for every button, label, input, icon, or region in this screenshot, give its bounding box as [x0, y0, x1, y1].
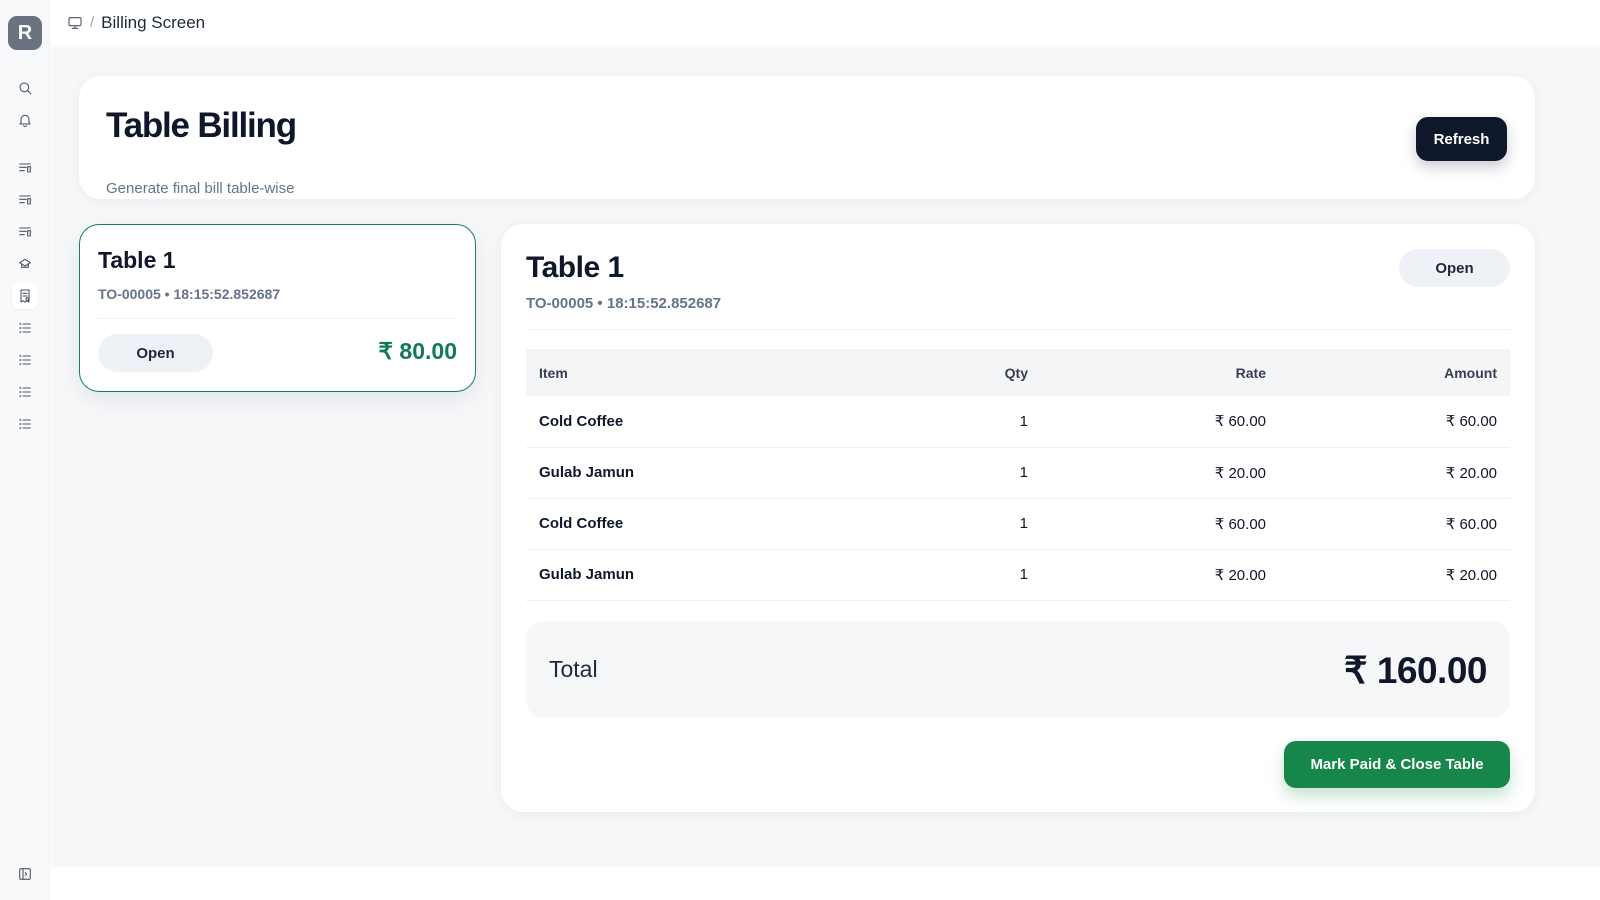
- refresh-button[interactable]: Refresh: [1416, 117, 1507, 161]
- item-qty: 1: [906, 396, 1041, 448]
- receipt-icon[interactable]: [12, 283, 38, 309]
- column-header-amount: Amount: [1279, 349, 1510, 396]
- table-header-row: Item Qty Rate Amount: [526, 349, 1510, 396]
- item-name: Gulab Jamun: [526, 447, 906, 499]
- item-qty: 1: [906, 447, 1041, 499]
- item-amount: ₹ 20.00: [1279, 447, 1510, 499]
- table-card[interactable]: Table 1 TO-00005 • 18:15:52.852687 Open …: [79, 224, 476, 392]
- item-amount: ₹ 20.00: [1279, 549, 1510, 601]
- list-icon[interactable]: [12, 411, 38, 437]
- mark-paid-close-button[interactable]: Mark Paid & Close Table: [1284, 741, 1510, 788]
- page-header: Table Billing Generate final bill table-…: [79, 76, 1535, 199]
- table-row: Cold Coffee 1 ₹ 60.00 ₹ 60.00: [526, 498, 1510, 550]
- item-rate: ₹ 20.00: [1041, 447, 1279, 499]
- divider: [98, 318, 457, 319]
- table-amount: ₹ 80.00: [378, 338, 457, 364]
- bill-items-table: Item Qty Rate Amount Cold Coffee 1 ₹ 60.…: [526, 349, 1510, 601]
- item-qty: 1: [906, 549, 1041, 601]
- bell-icon[interactable]: [12, 107, 38, 133]
- main-content: Table Billing Generate final bill table-…: [51, 47, 1600, 867]
- list-icon[interactable]: [12, 379, 38, 405]
- bill-order-meta: TO-00005 • 18:15:52.852687: [526, 295, 722, 312]
- sidebar: R: [0, 0, 50, 900]
- bill-title: Table 1: [526, 251, 624, 284]
- panel-toggle-icon[interactable]: [12, 861, 38, 887]
- bill-panel: Table 1 TO-00005 • 18:15:52.852687 Open …: [501, 224, 1535, 812]
- item-qty: 1: [906, 498, 1041, 550]
- table-row: Gulab Jamun 1 ₹ 20.00 ₹ 20.00: [526, 447, 1510, 499]
- page-subtitle: Generate final bill table-wise: [106, 180, 295, 197]
- total-value: ₹ 160.00: [1344, 650, 1488, 691]
- total-label: Total: [549, 656, 598, 682]
- table-row: Gulab Jamun 1 ₹ 20.00 ₹ 20.00: [526, 549, 1510, 601]
- item-name: Cold Coffee: [526, 396, 906, 448]
- list-icon[interactable]: [12, 315, 38, 341]
- column-header-rate: Rate: [1041, 349, 1279, 396]
- table-row: Cold Coffee 1 ₹ 60.00 ₹ 60.00: [526, 396, 1510, 448]
- list-filter-icon[interactable]: [12, 219, 38, 245]
- list-filter-icon[interactable]: [12, 187, 38, 213]
- item-name: Cold Coffee: [526, 498, 906, 550]
- item-rate: ₹ 20.00: [1041, 549, 1279, 601]
- divider: [526, 329, 1510, 330]
- status-badge: Open: [98, 334, 213, 372]
- app-logo[interactable]: R: [8, 16, 42, 50]
- list-icon[interactable]: [12, 347, 38, 373]
- item-amount: ₹ 60.00: [1279, 396, 1510, 448]
- total-summary: Total ₹ 160.00: [526, 621, 1510, 718]
- item-rate: ₹ 60.00: [1041, 498, 1279, 550]
- search-icon[interactable]: [12, 75, 38, 101]
- column-header-qty: Qty: [906, 349, 1041, 396]
- bill-status-badge: Open: [1399, 249, 1510, 287]
- column-header-item: Item: [526, 349, 906, 396]
- breadcrumb-separator: /: [90, 14, 95, 31]
- page-title: Table Billing: [106, 106, 297, 145]
- item-name: Gulab Jamun: [526, 549, 906, 601]
- table-name: Table 1: [98, 247, 176, 273]
- list-filter-icon[interactable]: [12, 155, 38, 181]
- breadcrumb: / Billing Screen: [51, 0, 1600, 46]
- item-amount: ₹ 60.00: [1279, 498, 1510, 550]
- item-rate: ₹ 60.00: [1041, 396, 1279, 448]
- chef-hat-icon[interactable]: [12, 251, 38, 277]
- breadcrumb-current[interactable]: Billing Screen: [101, 13, 205, 33]
- monitor-icon[interactable]: [67, 15, 83, 31]
- table-order-meta: TO-00005 • 18:15:52.852687: [98, 286, 281, 302]
